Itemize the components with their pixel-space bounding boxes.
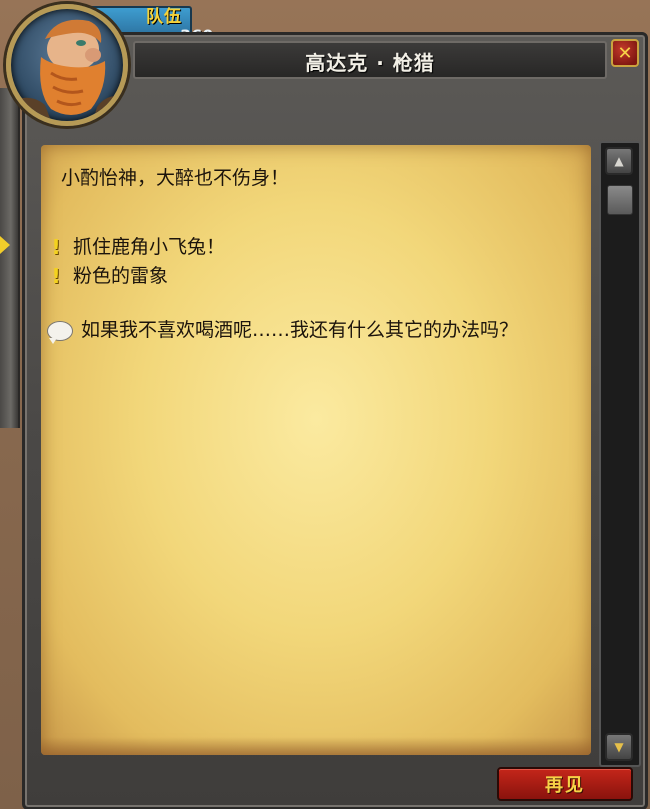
scroll-up-button[interactable]: ▲ bbox=[605, 147, 633, 175]
quest-available-icon: ! bbox=[51, 264, 61, 288]
expand-arrow-icon[interactable] bbox=[0, 236, 10, 254]
quest-option-label: 粉色的雷象 bbox=[73, 265, 169, 287]
goodbye-button-label: 再见 bbox=[545, 775, 585, 796]
party-frame-label: 队伍 bbox=[146, 7, 182, 27]
quest-available-icon: ! bbox=[51, 235, 61, 259]
side-panel-edge bbox=[0, 88, 20, 428]
game-screen: 队伍 360 高达克 · 枪猎 ✕ 小酌怡神，大醉也不伤身！ ! 抓住鹿角小飞兔… bbox=[0, 0, 650, 809]
quest-option[interactable]: ! 粉色的雷象 bbox=[49, 263, 168, 289]
chevron-up-icon: ▲ bbox=[614, 154, 624, 168]
dialog-title-bar: 高达克 · 枪猎 bbox=[133, 41, 607, 79]
dialog-scrollbar[interactable]: ▲ ▼ bbox=[599, 141, 641, 767]
npc-dialog-window: 高达克 · 枪猎 ✕ 小酌怡神，大醉也不伤身！ ! 抓住鹿角小飞兔！ ! 粉色的… bbox=[22, 32, 648, 809]
parchment-torn-edge bbox=[41, 737, 591, 755]
npc-portrait-avatar bbox=[6, 4, 128, 126]
close-icon: ✕ bbox=[617, 42, 633, 64]
quest-option[interactable]: ! 抓住鹿角小飞兔！ bbox=[49, 234, 225, 260]
dwarf-portrait-icon bbox=[11, 19, 123, 121]
chevron-down-icon: ▼ bbox=[614, 740, 624, 754]
scroll-down-button[interactable]: ▼ bbox=[605, 733, 633, 761]
close-button[interactable]: ✕ bbox=[611, 39, 639, 67]
goodbye-button[interactable]: 再见 bbox=[497, 767, 633, 801]
quest-option-label: 抓住鹿角小飞兔！ bbox=[73, 236, 226, 258]
gossip-option[interactable]: 如果我不喜欢喝酒呢……我还有什么其它的办法吗？ bbox=[47, 317, 577, 344]
dialog-parchment: 小酌怡神，大醉也不伤身！ ! 抓住鹿角小飞兔！ ! 粉色的雷象 如果我不喜欢喝酒… bbox=[41, 145, 591, 755]
scroll-thumb[interactable] bbox=[607, 185, 633, 215]
gossip-option-label: 如果我不喜欢喝酒呢……我还有什么其它的办法吗？ bbox=[81, 319, 519, 341]
npc-greeting-text: 小酌怡神，大醉也不伤身！ bbox=[61, 167, 290, 189]
gossip-bubble-icon bbox=[47, 321, 73, 344]
npc-name-title: 高达克 · 枪猎 bbox=[305, 51, 435, 75]
